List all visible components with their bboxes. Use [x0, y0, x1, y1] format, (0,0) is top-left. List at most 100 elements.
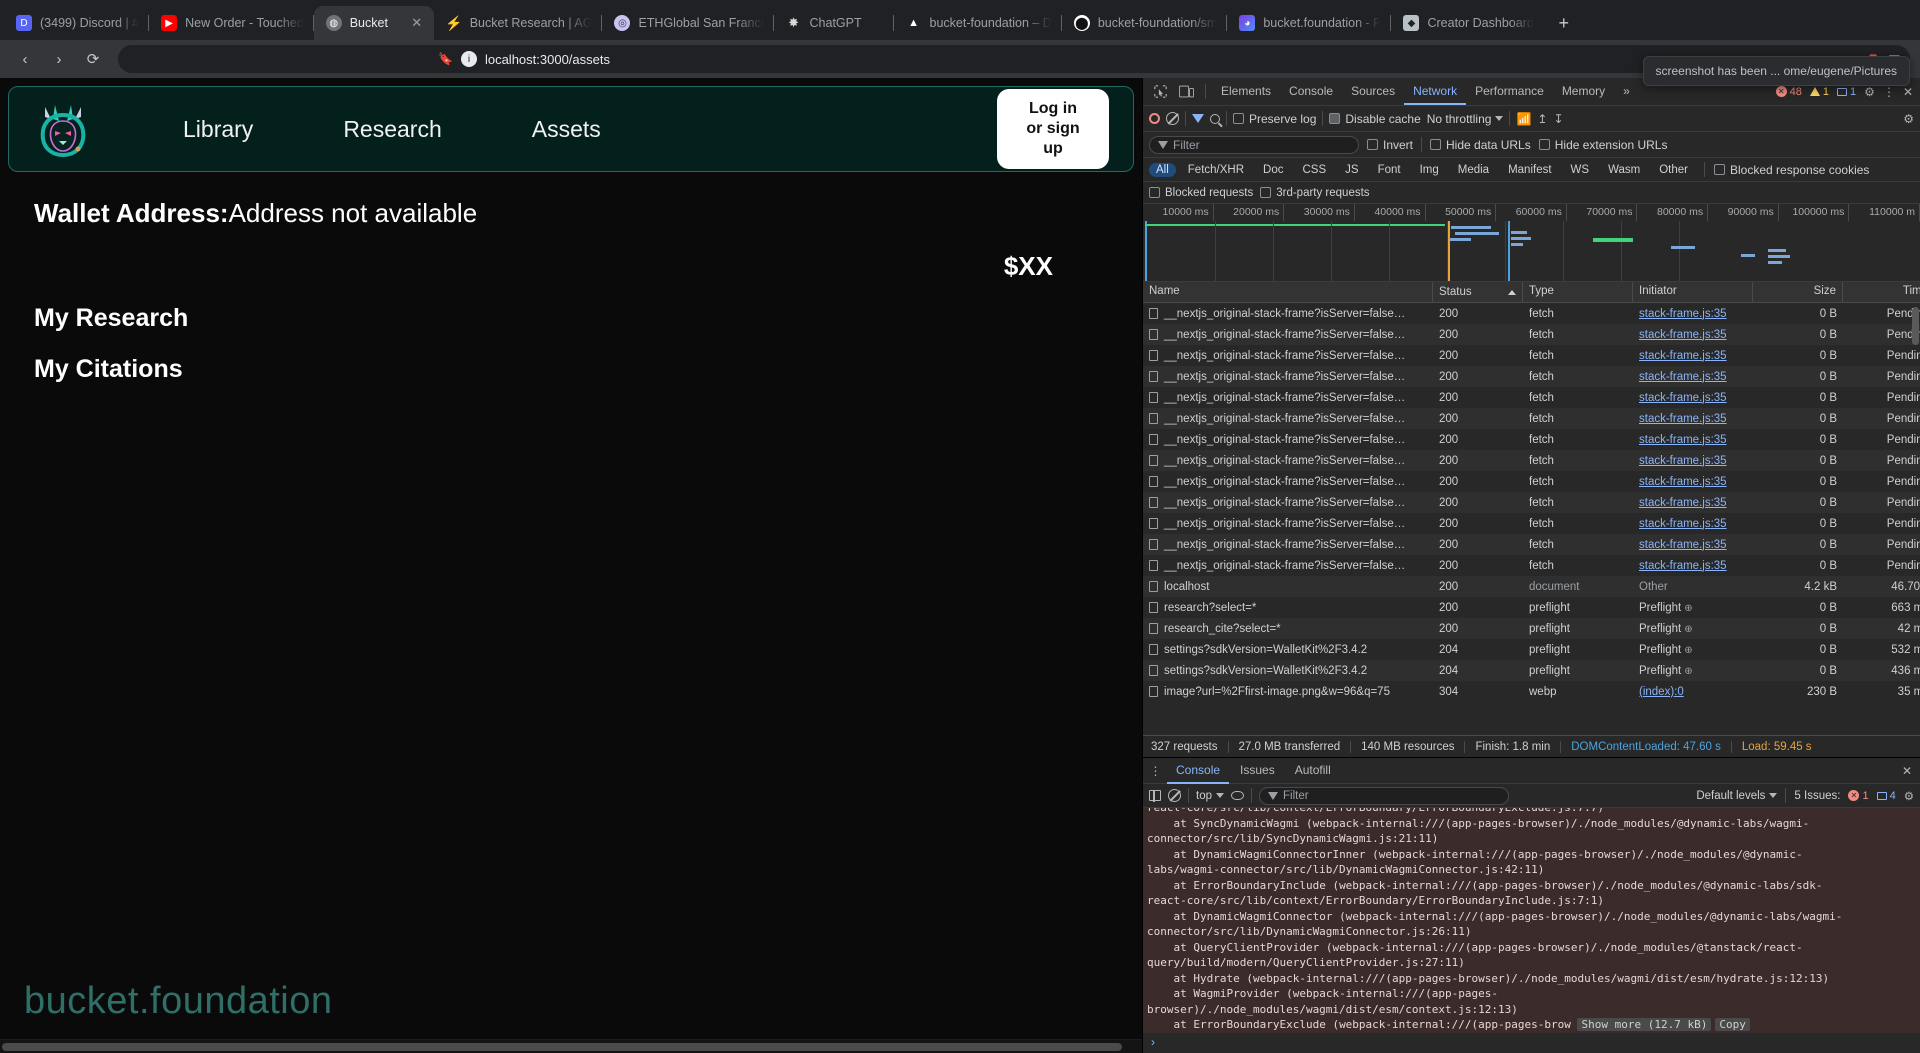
device-toolbar-icon[interactable] [1173, 80, 1199, 104]
back-icon[interactable]: ‹ [10, 44, 40, 74]
request-initiator-cell[interactable]: stack-frame.js:35 [1633, 539, 1753, 551]
error-count-badge[interactable]: ✕ 48 [1775, 86, 1802, 98]
nav-link-assets[interactable]: Assets [532, 116, 601, 143]
table-row[interactable]: __nextjs_original-stack-frame?isServer=f… [1143, 429, 1920, 450]
issues-error-badge[interactable]: ✕ 1 [1848, 790, 1869, 802]
table-row[interactable]: __nextjs_original-stack-frame?isServer=f… [1143, 534, 1920, 555]
browser-tab-6[interactable]: ▲ bucket-foundation – D [894, 6, 1063, 40]
drawer-tab-autofill[interactable]: Autofill [1286, 757, 1340, 784]
request-initiator-cell[interactable]: stack-frame.js:35 [1633, 497, 1753, 509]
issues-warning-badge[interactable]: 4 [1876, 790, 1896, 802]
import-har-icon[interactable]: ↥ [1537, 112, 1547, 126]
close-icon[interactable]: ✕ [1903, 85, 1913, 99]
download-notification[interactable]: screenshot has been ... ome/eugene/Pictu… [1642, 56, 1910, 86]
close-drawer-icon[interactable]: ✕ [1902, 764, 1920, 778]
browser-tab-4[interactable]: ◎ ETHGlobal San Franci [602, 6, 774, 40]
table-row[interactable]: __nextjs_original-stack-frame?isServer=f… [1143, 303, 1920, 324]
table-row[interactable]: localhost 200 document Other 4.2 kB 46.70 s [1143, 576, 1920, 597]
clear-icon[interactable] [1166, 112, 1179, 125]
console-settings-icon[interactable]: ⚙ [1904, 789, 1914, 803]
network-request-list[interactable]: __nextjs_original-stack-frame?isServer=f… [1143, 303, 1920, 735]
devtools-tab-network[interactable]: Network [1404, 78, 1466, 105]
browser-tab-7[interactable]: ⬤ bucket-foundation/sm [1062, 6, 1228, 40]
scrollbar-thumb[interactable] [2, 1043, 1122, 1051]
devtools-tab-sources[interactable]: Sources [1342, 78, 1404, 105]
browser-tab-3[interactable]: ⚡ Bucket Research | AG [434, 6, 603, 40]
table-row[interactable]: __nextjs_original-stack-frame?isServer=f… [1143, 471, 1920, 492]
browser-tab-8[interactable]: ◕ bucket.foundation - P [1227, 6, 1392, 40]
request-initiator-cell[interactable]: Preflight ⊕ [1633, 602, 1753, 614]
request-initiator-cell[interactable]: stack-frame.js:35 [1633, 476, 1753, 488]
filter-icon[interactable] [1192, 114, 1204, 123]
search-icon[interactable] [1210, 113, 1220, 124]
nav-link-research[interactable]: Research [343, 116, 441, 143]
devtools-more-tabs[interactable]: » [1614, 78, 1639, 105]
dock-icon[interactable]: ⋮ [1883, 85, 1895, 99]
login-signup-button[interactable]: Log in or sign up [997, 89, 1109, 169]
bookmark-icon[interactable]: 🔖 [438, 52, 453, 66]
devtools-tab-console[interactable]: Console [1280, 78, 1342, 105]
throttling-select[interactable]: No throttling [1427, 112, 1504, 126]
request-initiator-cell[interactable]: stack-frame.js:35 [1633, 371, 1753, 383]
site-info-icon[interactable]: i [460, 51, 477, 67]
message-count-badge[interactable]: 1 [1837, 86, 1856, 98]
request-initiator-cell[interactable]: stack-frame.js:35 [1633, 560, 1753, 572]
network-overview-timeline[interactable]: 10000 ms 20000 ms 30000 ms 40000 ms 5000… [1143, 204, 1920, 282]
reload-icon[interactable]: ⟳ [78, 44, 108, 74]
type-filter-other[interactable]: Other [1652, 163, 1695, 177]
request-initiator-cell[interactable]: Other [1633, 581, 1753, 593]
table-row[interactable]: __nextjs_original-stack-frame?isServer=f… [1143, 387, 1920, 408]
browser-tab-1[interactable]: ▶ New Order - Touched [149, 6, 314, 40]
request-initiator-cell[interactable]: stack-frame.js:35 [1633, 350, 1753, 362]
forward-icon[interactable]: › [44, 44, 74, 74]
type-filter-js[interactable]: JS [1338, 163, 1365, 177]
preserve-log-checkbox[interactable]: Preserve log [1233, 112, 1316, 126]
page-horizontal-scrollbar[interactable] [0, 1039, 1142, 1053]
table-row[interactable]: __nextjs_original-stack-frame?isServer=f… [1143, 345, 1920, 366]
table-row[interactable]: image?url=%2Ffirst-image.png&w=96&q=75 30… [1143, 681, 1920, 702]
console-context-select[interactable]: top [1196, 790, 1224, 802]
inspect-icon[interactable] [1147, 80, 1173, 104]
hide-data-urls-checkbox[interactable]: Hide data URLs [1430, 138, 1531, 152]
hide-extension-urls-checkbox[interactable]: Hide extension URLs [1538, 138, 1667, 152]
console-prompt[interactable]: › [1143, 1033, 1920, 1053]
table-row[interactable]: __nextjs_original-stack-frame?isServer=f… [1143, 450, 1920, 471]
export-har-icon[interactable]: ↧ [1553, 112, 1563, 126]
console-output[interactable]: react-core/src/lib/context/ErrorBoundary… [1143, 808, 1920, 1033]
third-party-requests-checkbox[interactable]: 3rd-party requests [1260, 187, 1370, 199]
issues-count-label[interactable]: 5 Issues: [1794, 790, 1840, 802]
type-filter-wasm[interactable]: Wasm [1601, 163, 1647, 177]
column-header-name[interactable]: Name [1143, 282, 1433, 302]
console-sidebar-icon[interactable] [1149, 789, 1161, 802]
table-row[interactable]: __nextjs_original-stack-frame?isServer=f… [1143, 366, 1920, 387]
table-row[interactable]: __nextjs_original-stack-frame?isServer=f… [1143, 324, 1920, 345]
table-row[interactable]: settings?sdkVersion=WalletKit%2F3.4.2 204… [1143, 639, 1920, 660]
table-row[interactable]: settings?sdkVersion=WalletKit%2F3.4.2 204… [1143, 660, 1920, 681]
request-initiator-cell[interactable]: stack-frame.js:35 [1633, 434, 1753, 446]
network-conditions-icon[interactable]: 📶 [1516, 112, 1531, 126]
nav-link-library[interactable]: Library [183, 116, 253, 143]
network-settings-gear-icon[interactable]: ⚙ [1903, 112, 1914, 126]
filter-input[interactable]: Filter [1149, 135, 1359, 154]
table-row[interactable]: __nextjs_original-stack-frame?isServer=f… [1143, 513, 1920, 534]
live-expression-icon[interactable] [1231, 791, 1244, 800]
table-row[interactable]: __nextjs_original-stack-frame?isServer=f… [1143, 492, 1920, 513]
request-initiator-cell[interactable]: stack-frame.js:35 [1633, 518, 1753, 530]
warning-count-badge[interactable]: 1 [1809, 86, 1829, 98]
devtools-tab-memory[interactable]: Memory [1553, 78, 1614, 105]
timeline-selection[interactable] [1145, 221, 1920, 281]
column-header-type[interactable]: Type [1523, 282, 1633, 302]
devtools-tab-performance[interactable]: Performance [1466, 78, 1553, 105]
show-more-button[interactable]: Show more (12.7 kB) [1577, 1018, 1712, 1031]
type-filter-all[interactable]: All [1149, 162, 1176, 177]
column-header-size[interactable]: Size [1753, 282, 1843, 302]
type-filter-font[interactable]: Font [1371, 163, 1408, 177]
type-filter-img[interactable]: Img [1413, 163, 1446, 177]
gear-icon[interactable]: ⚙ [1864, 85, 1875, 99]
browser-tab-5[interactable]: ✸ ChatGPT [774, 6, 894, 40]
devtools-tab-elements[interactable]: Elements [1212, 78, 1280, 105]
record-icon[interactable] [1149, 113, 1160, 124]
type-filter-fetch-xhr[interactable]: Fetch/XHR [1181, 163, 1251, 177]
scrollbar-thumb[interactable] [1912, 307, 1919, 345]
invert-checkbox[interactable]: Invert [1367, 138, 1413, 152]
